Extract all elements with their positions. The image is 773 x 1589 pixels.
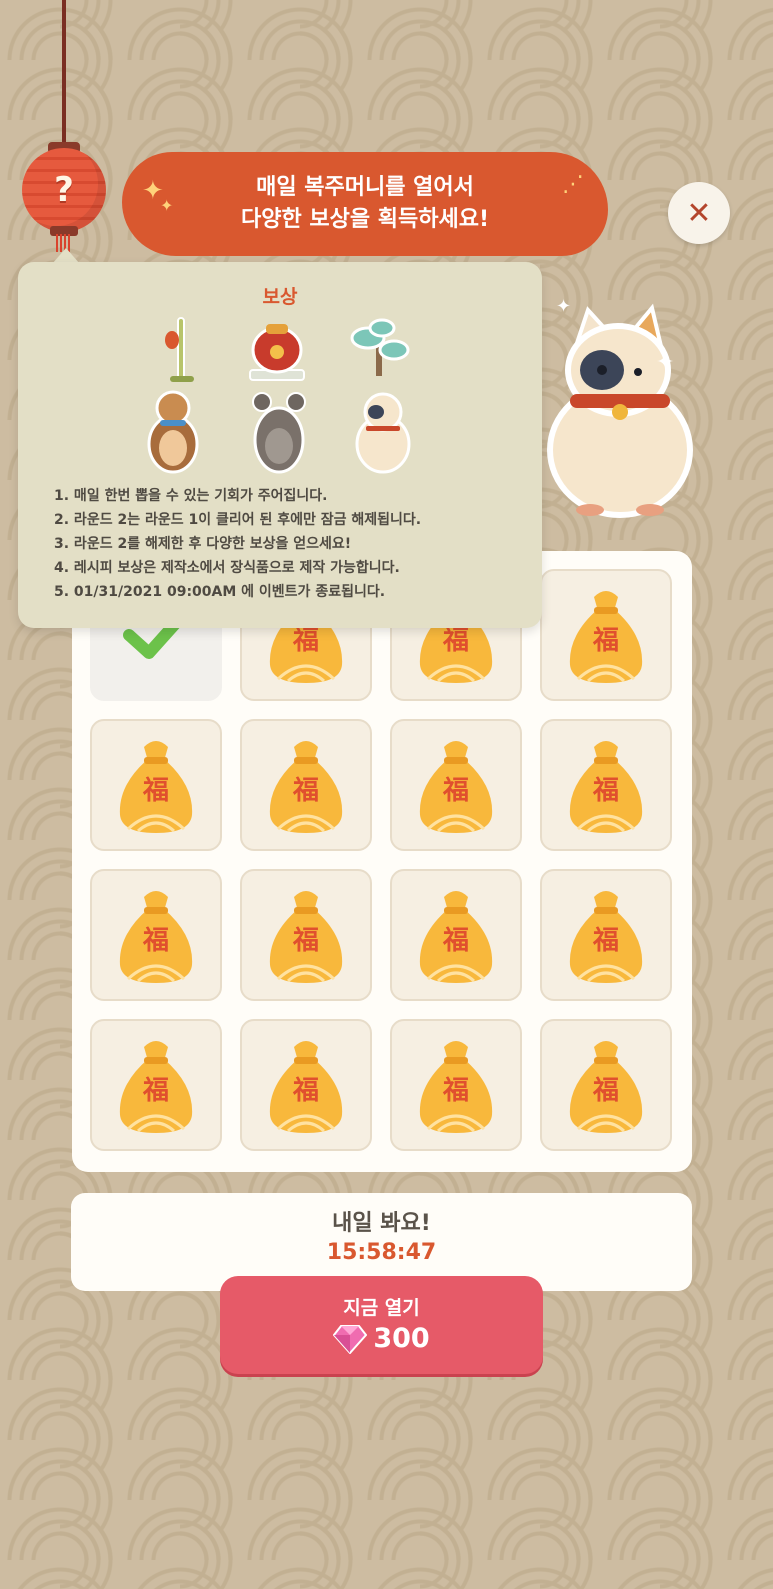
lucky-bag-icon: 福	[119, 1041, 193, 1133]
bear-character-icon	[147, 390, 199, 474]
bag-character: 福	[292, 1076, 319, 1106]
red-pot-icon	[249, 324, 305, 381]
bag-character: 福	[142, 926, 169, 956]
close-icon: ✕	[686, 195, 712, 231]
tooltip-title: 보상	[262, 286, 298, 308]
lucky-bag-grid: 福福福福福福福福福福福福福福福	[72, 551, 692, 1172]
bag-character: 福	[442, 776, 469, 806]
rewards-tooltip: 보상 1. 매일 한번 뽑을 수 있는 기회가 주어집니다. 2. 라운드 2는…	[18, 262, 542, 628]
bag-character: 福	[292, 626, 319, 656]
lucky-bag-icon: 福	[569, 741, 643, 833]
open-now-button[interactable]: 지금 열기 300	[220, 1276, 543, 1374]
bag-character: 福	[592, 626, 619, 656]
bag-character: 福	[442, 926, 469, 956]
lantern-cord	[62, 0, 66, 155]
lucky-bag-icon: 福	[419, 891, 493, 983]
sparkle-icon: ✦	[160, 196, 174, 215]
lucky-bag-cell[interactable]: 福	[90, 719, 222, 851]
bag-character: 福	[592, 1076, 619, 1106]
bag-character: 福	[142, 1076, 169, 1106]
rules-list: 1. 매일 한번 뽑을 수 있는 기회가 주어집니다. 2. 라운드 2는 라운…	[54, 484, 534, 604]
lucky-bag-cell[interactable]: 福	[90, 869, 222, 1001]
lucky-bag-cell[interactable]: 福	[240, 869, 372, 1001]
gem-icon	[333, 1325, 368, 1354]
lucky-bag-icon: 福	[269, 891, 343, 983]
lucky-bag-cell[interactable]: 福	[540, 569, 672, 701]
rule-item: 3. 라운드 2를 해제한 후 다양한 보상을 얻으세요!	[54, 536, 352, 552]
lucky-bag-icon: 福	[419, 741, 493, 833]
bag-character: 福	[442, 1076, 469, 1106]
sparkle-icon: ✦	[656, 350, 675, 375]
bag-character: 福	[592, 776, 619, 806]
countdown-timer: 15:58:47	[326, 1240, 437, 1265]
lucky-bag-icon: 福	[119, 891, 193, 983]
bamboo-lamp-icon	[165, 317, 194, 382]
question-mark-icon: ?	[54, 170, 74, 210]
timer-label: 내일 봐요!	[332, 1211, 431, 1236]
lucky-bag-cell[interactable]: 福	[90, 1019, 222, 1151]
lucky-bag-cell[interactable]: 福	[390, 719, 522, 851]
banner-line-2: 다양한 보상을 획득하세요!	[241, 207, 489, 232]
lucky-bag-icon: 福	[569, 891, 643, 983]
lucky-bag-icon: 福	[569, 1041, 643, 1133]
rule-item: 4. 레시피 보상은 제작소에서 장식품으로 제작 가능합니다.	[54, 560, 400, 576]
lucky-bag-icon: 福	[119, 741, 193, 833]
bag-character: 福	[592, 926, 619, 956]
gem-price: 300	[373, 1323, 430, 1354]
rule-item: 5. 01/31/2021 09:00AM 에 이벤트가 종료됩니다.	[54, 584, 386, 600]
sparkle-icon: ✦	[556, 296, 572, 317]
close-button[interactable]: ✕	[668, 182, 730, 244]
price-row: 300	[333, 1322, 430, 1356]
help-lantern-button[interactable]: ?	[22, 148, 106, 232]
open-now-label: 지금 열기	[343, 1297, 420, 1319]
lucky-bag-cell[interactable]: 福	[240, 1019, 372, 1151]
pine-bonsai-icon	[350, 318, 410, 376]
lucky-bag-cell[interactable]: 福	[390, 1019, 522, 1151]
lucky-bag-icon: 福	[419, 1041, 493, 1133]
cat-mascot	[547, 303, 693, 518]
lucky-bag-cell[interactable]: 福	[540, 869, 672, 1001]
lucky-bag-icon: 福	[269, 1041, 343, 1133]
lucky-bag-cell[interactable]: 福	[540, 1019, 672, 1151]
bag-character: 福	[292, 926, 319, 956]
rule-item: 2. 라운드 2는 라운드 1이 클리어 된 후에만 잠금 해제됩니다.	[54, 512, 422, 528]
mouse-character-icon	[252, 392, 306, 474]
sparkle-icon: ⋰	[562, 172, 584, 197]
banner-line-1: 매일 복주머니를 열어서	[256, 175, 474, 200]
rule-item: 1. 매일 한번 뽑을 수 있는 기회가 주어집니다.	[54, 488, 328, 504]
event-banner: 매일 복주머니를 열어서 다양한 보상을 획득하세요!	[122, 152, 608, 256]
lucky-bag-cell[interactable]: 福	[390, 869, 522, 1001]
cat-character-icon	[355, 392, 411, 474]
bag-character: 福	[292, 776, 319, 806]
bag-character: 福	[442, 626, 469, 656]
lucky-bag-icon: 福	[569, 591, 643, 683]
lucky-bag-cell[interactable]: 福	[240, 719, 372, 851]
bag-character: 福	[142, 776, 169, 806]
lucky-bag-icon: 福	[269, 741, 343, 833]
lucky-bag-cell[interactable]: 福	[540, 719, 672, 851]
